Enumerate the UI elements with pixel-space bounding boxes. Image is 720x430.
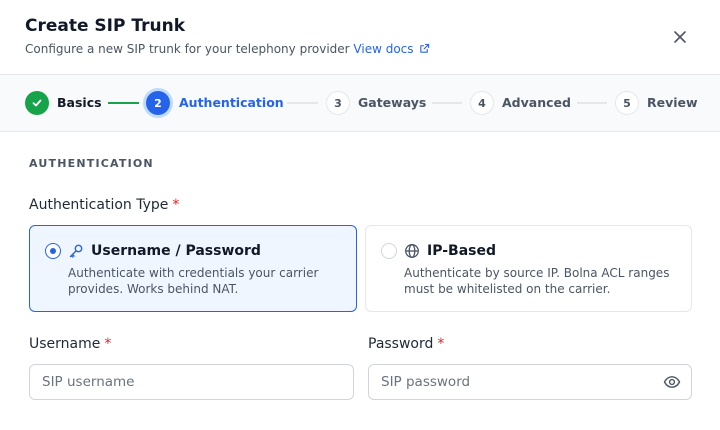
step-connector: [108, 102, 139, 104]
step-5-label[interactable]: Review: [647, 95, 698, 110]
password-label: Password *: [368, 336, 444, 352]
step-1-label[interactable]: Basics: [57, 95, 102, 110]
close-button[interactable]: [668, 25, 692, 49]
step-connector: [432, 102, 462, 104]
dialog-title: Create SIP Trunk: [25, 16, 186, 36]
required-marker: *: [104, 336, 112, 352]
step-1-check[interactable]: [25, 91, 49, 115]
globe-icon: [405, 244, 419, 258]
option-title: Username / Password: [91, 243, 261, 259]
username-label: Username *: [29, 336, 111, 352]
check-icon: [32, 99, 42, 107]
step-3-label[interactable]: Gateways: [358, 95, 426, 110]
view-docs-link[interactable]: View docs: [353, 42, 430, 56]
key-icon: [69, 244, 83, 258]
required-marker: *: [172, 197, 180, 213]
step-connector: [287, 102, 318, 104]
step-3-number[interactable]: 3: [326, 91, 350, 115]
stepper: Basics 2 Authentication 3 Gateways 4 Adv…: [0, 75, 720, 132]
password-label-text: Password: [368, 336, 434, 352]
view-docs-label: View docs: [353, 42, 414, 56]
close-icon: [674, 31, 686, 43]
radio-ip-based[interactable]: [381, 243, 397, 259]
dialog-subtitle: Configure a new SIP trunk for your telep…: [25, 42, 430, 56]
step-4-label[interactable]: Advanced: [502, 95, 571, 110]
username-input[interactable]: [29, 364, 354, 400]
dialog-header: Create SIP Trunk Configure a new SIP tru…: [0, 0, 720, 75]
step-2-number[interactable]: 2: [146, 91, 170, 115]
option-description: Authenticate with credentials your carri…: [68, 266, 319, 296]
auth-type-label: Authentication Type *: [29, 197, 179, 213]
option-description: Authenticate by source IP. Bolna ACL ran…: [404, 266, 670, 296]
username-label-text: Username: [29, 336, 101, 352]
subtitle-text: Configure a new SIP trunk for your telep…: [25, 42, 350, 56]
auth-option-ip-based[interactable]: IP-Based Authenticate by source IP. Boln…: [365, 225, 692, 312]
step-5-number[interactable]: 5: [615, 91, 639, 115]
step-connector: [577, 102, 607, 104]
radio-username-password[interactable]: [45, 243, 61, 259]
section-heading: AUTHENTICATION: [29, 157, 154, 170]
auth-type-label-text: Authentication Type: [29, 197, 169, 213]
auth-option-username-password[interactable]: Username / Password Authenticate with cr…: [29, 225, 357, 312]
step-2-label[interactable]: Authentication: [179, 95, 284, 110]
step-4-number[interactable]: 4: [470, 91, 494, 115]
eye-icon[interactable]: [663, 373, 681, 391]
option-title: IP-Based: [427, 243, 497, 259]
external-link-icon: [420, 43, 430, 53]
required-marker: *: [437, 336, 445, 352]
password-input[interactable]: [368, 364, 692, 400]
